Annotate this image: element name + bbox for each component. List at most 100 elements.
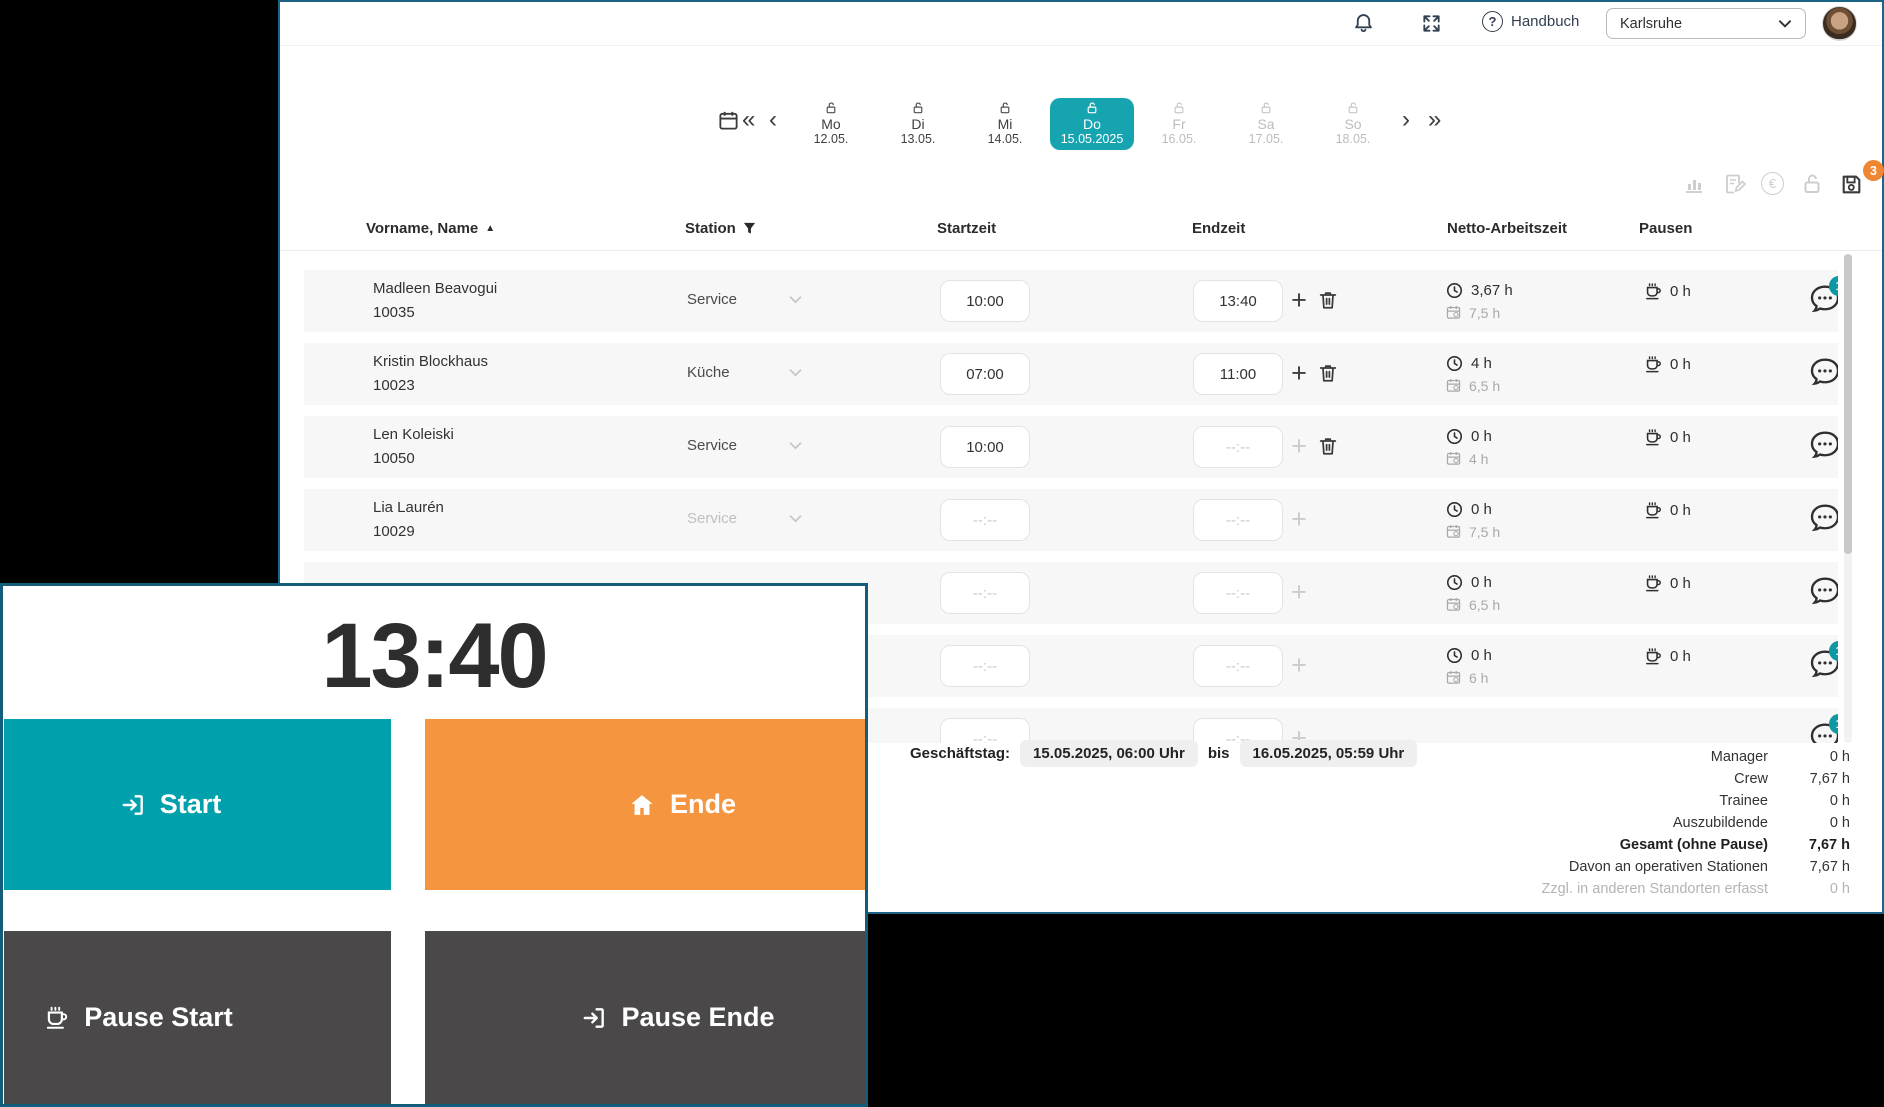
day-button-mi[interactable]: Mi 14.05.: [963, 98, 1047, 150]
column-station-header[interactable]: Station: [685, 220, 756, 237]
day-button-sa[interactable]: Sa 17.05.: [1224, 98, 1308, 150]
add-shift-button[interactable]: +: [1286, 502, 1312, 536]
prev-day-button[interactable]: ‹: [769, 102, 777, 138]
day-button-fr[interactable]: Fr 16.05.: [1137, 98, 1221, 150]
planned-hours-icon: [1445, 523, 1462, 540]
employee-cell: Len Koleiski 10050: [373, 424, 454, 469]
location-selector[interactable]: Karlsruhe: [1606, 8, 1806, 39]
coffee-icon: [1644, 574, 1663, 593]
employee-id: 10029: [373, 521, 444, 542]
handbuch-link[interactable]: ? Handbuch: [1482, 11, 1579, 32]
scrollbar-track[interactable]: [1844, 254, 1852, 743]
planned-hours-icon: [1445, 596, 1462, 613]
start-button[interactable]: Start: [4, 719, 391, 890]
end-time-input[interactable]: [1193, 426, 1283, 468]
trash-icon[interactable]: [1317, 435, 1339, 457]
lock-open-icon: [1259, 101, 1273, 115]
terminal-clock: 13:40: [3, 610, 865, 702]
chevron-down-icon: [1778, 19, 1792, 28]
document-edit-icon[interactable]: [1722, 172, 1746, 196]
comment-button[interactable]: [1809, 575, 1838, 607]
column-start-header: Startzeit: [937, 220, 996, 237]
lock-icon[interactable]: [1800, 172, 1824, 196]
euro-icon[interactable]: €: [1761, 172, 1784, 195]
sort-asc-icon: ▲: [485, 223, 495, 234]
add-shift-button[interactable]: +: [1286, 429, 1312, 463]
pause-cell: 0 h: [1644, 574, 1691, 593]
business-day-label: Geschäftstag:: [910, 745, 1010, 762]
business-day-from: 15.05.2025, 06:00 Uhr: [1020, 740, 1198, 767]
comment-button[interactable]: [1809, 502, 1838, 534]
comment-button[interactable]: [1809, 429, 1838, 461]
filter-icon: [743, 222, 756, 235]
coffee-icon: [44, 1005, 70, 1031]
planned-hours-icon: [1445, 377, 1462, 394]
pause-cell: 0 h: [1644, 355, 1691, 374]
save-icon[interactable]: [1839, 172, 1864, 197]
trash-icon[interactable]: [1317, 289, 1339, 311]
end-time-input[interactable]: [1193, 499, 1283, 541]
station-select[interactable]: Service: [687, 291, 802, 308]
comment-button[interactable]: [1809, 356, 1838, 388]
start-time-input[interactable]: [940, 280, 1030, 322]
start-time-input[interactable]: [940, 645, 1030, 687]
column-name-header[interactable]: Vorname, Name ▲: [366, 220, 495, 237]
day-button-mo[interactable]: Mo 12.05.: [789, 98, 873, 150]
start-time-input[interactable]: [940, 499, 1030, 541]
add-shift-button[interactable]: +: [1286, 283, 1312, 317]
scrollbar-thumb[interactable]: [1844, 254, 1852, 554]
add-shift-button[interactable]: +: [1286, 356, 1312, 390]
comment-button[interactable]: 1: [1809, 283, 1838, 315]
end-time-input[interactable]: [1193, 572, 1283, 614]
clock-icon: [1445, 354, 1464, 373]
day-button-so[interactable]: So 18.05.: [1311, 98, 1395, 150]
day-button-do-selected[interactable]: Do 15.05.2025: [1050, 98, 1134, 150]
fullscreen-icon[interactable]: [1420, 12, 1443, 35]
coffee-icon: [1644, 355, 1663, 374]
prev-week-button[interactable]: «: [742, 102, 755, 138]
station-select[interactable]: Service: [687, 510, 802, 527]
coffee-icon: [1644, 501, 1663, 520]
avatar[interactable]: [1822, 6, 1857, 41]
calendar-icon[interactable]: [717, 109, 740, 132]
bis-label: bis: [1208, 745, 1230, 762]
lock-open-icon: [824, 101, 838, 115]
end-time-input[interactable]: [1193, 645, 1283, 687]
start-time-input[interactable]: [940, 353, 1030, 395]
bell-icon[interactable]: [1352, 12, 1375, 35]
start-time-input[interactable]: [940, 572, 1030, 614]
ende-button[interactable]: Ende: [425, 719, 865, 890]
employee-cell: Kristin Blockhaus 10023: [373, 351, 488, 396]
clock-icon: [1445, 646, 1464, 665]
netto-cell: 0 h 4 h: [1445, 427, 1492, 467]
planned-hours-icon: [1445, 304, 1462, 321]
add-shift-button[interactable]: +: [1286, 648, 1312, 682]
chevron-down-icon: [789, 295, 802, 304]
end-time-input[interactable]: [1193, 353, 1283, 395]
next-day-button[interactable]: ›: [1402, 102, 1410, 138]
station-value: Küche: [687, 364, 789, 381]
total-line-gesamt: Gesamt (ohne Pause)7,67 h: [1230, 834, 1850, 856]
home-icon: [628, 791, 656, 819]
station-select[interactable]: Service: [687, 437, 802, 454]
day-button-di[interactable]: Di 13.05.: [876, 98, 960, 150]
pause-ende-button[interactable]: Pause Ende: [425, 931, 865, 1104]
trash-icon[interactable]: [1317, 362, 1339, 384]
employee-name: Len Koleiski: [373, 424, 454, 445]
next-week-button[interactable]: »: [1428, 102, 1441, 138]
comment-button[interactable]: 1: [1809, 721, 1838, 743]
station-select[interactable]: Küche: [687, 364, 802, 381]
add-shift-button[interactable]: +: [1286, 575, 1312, 609]
chevron-down-icon: [789, 368, 802, 377]
end-time-input[interactable]: [1193, 280, 1283, 322]
lock-open-icon: [1085, 101, 1099, 115]
pause-start-button[interactable]: Pause Start: [4, 931, 391, 1104]
column-netto-header: Netto-Arbeitszeit: [1447, 220, 1567, 237]
employee-id: 10035: [373, 302, 497, 323]
lock-open-icon: [911, 101, 925, 115]
total-line: Trainee0 h: [1230, 790, 1850, 812]
station-value: Service: [687, 291, 789, 308]
chart-icon[interactable]: [1682, 172, 1706, 196]
start-time-input[interactable]: [940, 426, 1030, 468]
comment-button[interactable]: 1: [1809, 648, 1838, 680]
